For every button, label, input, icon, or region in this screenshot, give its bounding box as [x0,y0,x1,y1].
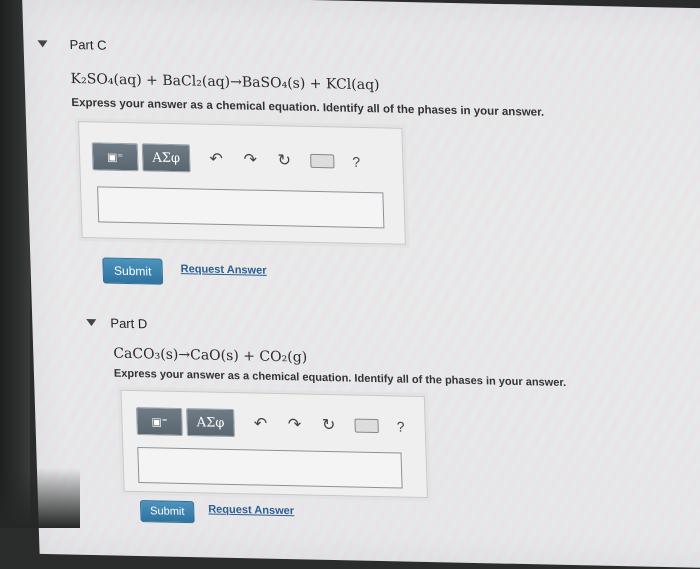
templates-icon: ▣⁼ [137,408,182,435]
redo-icon[interactable]: ↷ [242,149,259,169]
templates-button[interactable]: ▣⁼ [136,407,183,436]
part-title: Part C [69,36,107,53]
greek-symbols-button[interactable]: ΑΣφ [186,408,235,438]
equation-toolbar: ▣⁼ ΑΣφ ↶ ↷ ↻ ? [91,142,361,176]
templates-button[interactable]: ▣⁼ [91,142,139,172]
redo-icon[interactable]: ↷ [286,414,303,434]
part-c-section: Part C K₂SO₄(aq) + BaCl₂(aq)→BaSO₄(s) + … [22,0,700,285]
part-d-section: Part D CaCO₃(s)→CaO(s) + CO₂(g) Express … [22,0,700,524]
instruction-text: Express your answer as a chemical equati… [71,96,545,119]
submit-button[interactable]: Submit [139,500,195,524]
answer-input[interactable] [137,447,403,489]
request-answer-link[interactable]: Request Answer [180,263,266,277]
answer-box: ▣⁼ ΑΣφ ↶ ↷ ↻ ? [78,121,406,245]
answer-input[interactable] [97,186,385,229]
answer-box: ▣⁼ ΑΣφ ↶ ↷ ↻ ? [120,389,428,499]
undo-icon[interactable]: ↶ [252,413,269,433]
screen: Part C K₂SO₄(aq) + BaCl₂(aq)→BaSO₄(s) + … [22,0,700,569]
greek-symbols-button[interactable]: ΑΣφ [141,143,191,173]
equation-toolbar: ▣⁼ ΑΣφ ↶ ↷ ↻ ? [136,407,405,441]
reset-icon[interactable]: ↻ [276,150,293,170]
help-icon[interactable]: ? [396,418,404,434]
templates-icon: ▣⁼ [92,143,138,171]
keyboard-icon[interactable] [354,418,379,434]
chemical-equation: CaCO₃(s)→CaO(s) + CO₂(g) [113,345,308,366]
help-icon[interactable]: ? [352,154,360,170]
collapse-chevron-icon[interactable] [86,319,97,327]
submit-button[interactable]: Submit [102,257,164,285]
collapse-chevron-icon[interactable] [37,40,48,48]
chemical-equation: K₂SO₄(aq) + BaCl₂(aq)→BaSO₄(s) + KCl(aq) [70,70,380,94]
keyboard-icon[interactable] [310,153,335,169]
part-title: Part D [110,315,148,332]
reset-icon[interactable]: ↻ [320,415,337,435]
request-answer-link[interactable]: Request Answer [208,503,294,517]
monitor-bezel-shadow [0,468,80,528]
undo-icon[interactable]: ↶ [208,149,225,169]
instruction-text: Express your answer as a chemical equati… [113,367,567,390]
